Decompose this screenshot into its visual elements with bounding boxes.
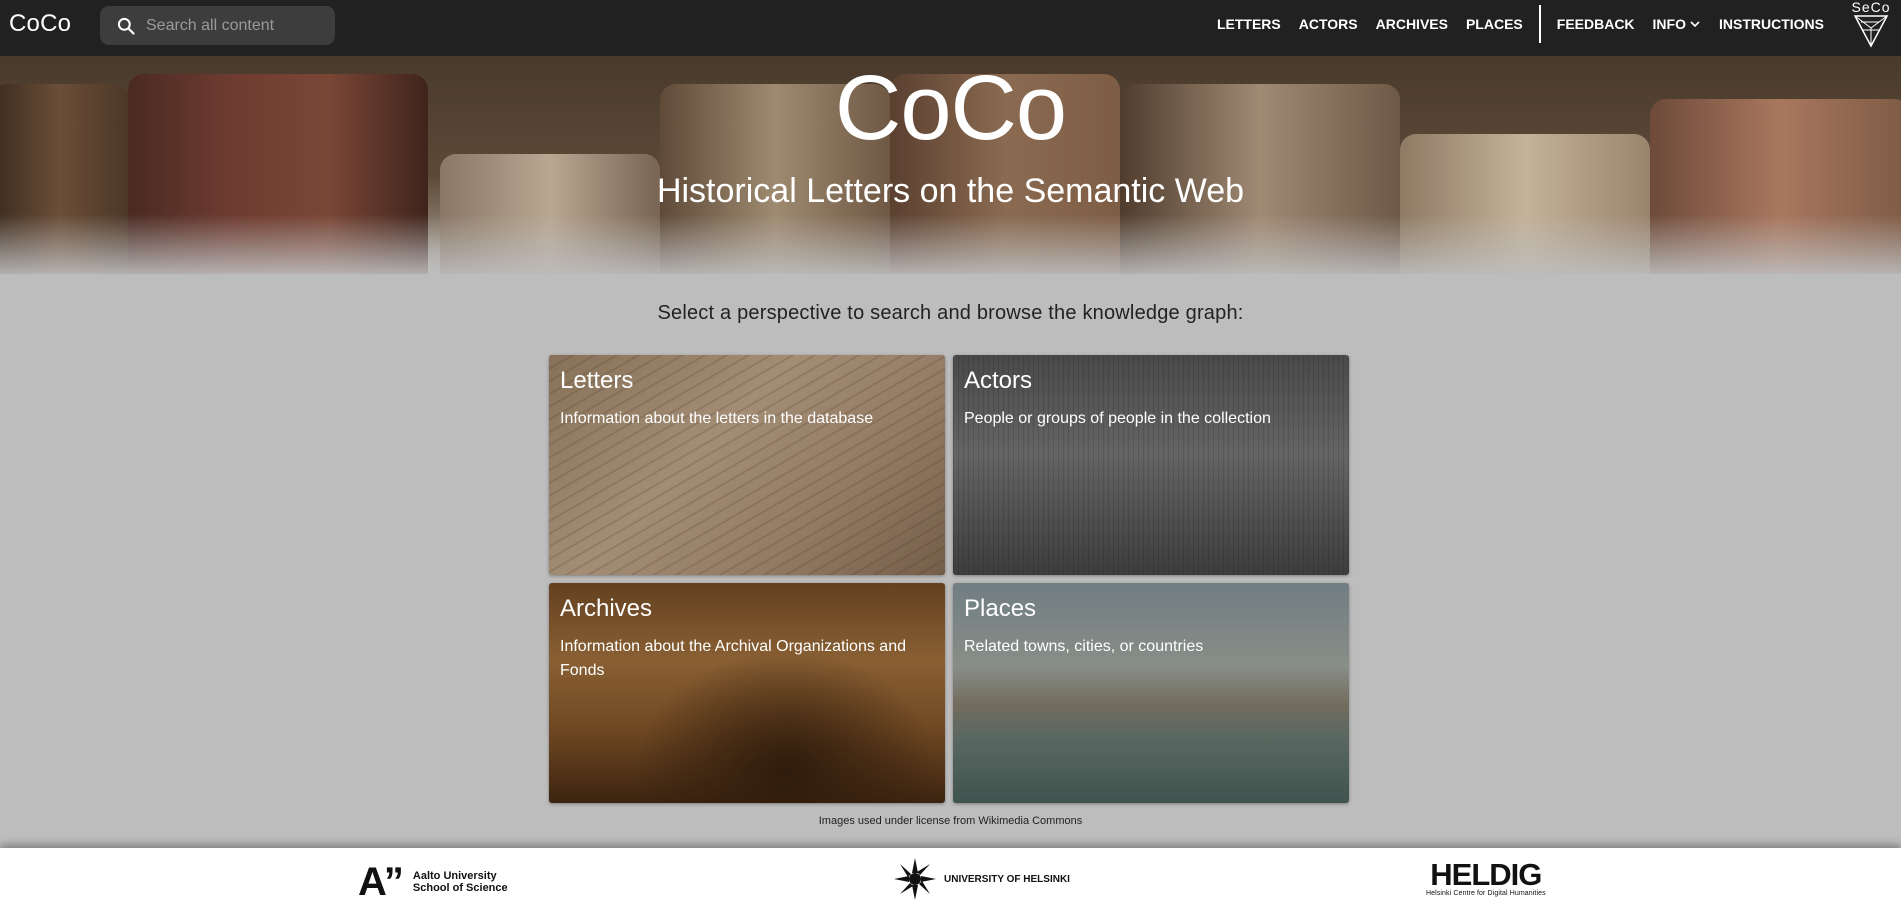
aalto-logo-mark: A” — [358, 860, 404, 904]
chevron-down-icon — [1690, 21, 1700, 28]
search-icon — [117, 17, 135, 35]
seco-logo-link[interactable]: SeCo — [1847, 0, 1895, 50]
seco-logo-text: SeCo — [1851, 0, 1891, 15]
aalto-name: Aalto University — [412, 870, 497, 882]
aalto-logo-link[interactable]: A” Aalto University School of Science — [358, 862, 508, 902]
card-description: Information about the Archival Organizat… — [560, 638, 906, 679]
seco-logo-icon — [1853, 15, 1889, 48]
footer: A” Aalto University School of Science UN… — [0, 848, 1901, 913]
heldig-logo-link[interactable]: HELDIG Helsinki Centre for Digital Human… — [1426, 857, 1546, 897]
perspective-card-letters[interactable]: Letters Information about the letters in… — [549, 355, 945, 575]
image-credit: Images used under license from Wikimedia… — [818, 815, 1083, 827]
nav-info-dropdown[interactable]: INFO — [1653, 16, 1701, 32]
hero-title: CoCo — [834, 57, 1067, 159]
card-title: Archives — [560, 595, 653, 622]
main-nav: LETTERS ACTORS ARCHIVES PLACES FEEDBACK … — [1217, 0, 1901, 48]
perspective-card-actors[interactable]: Actors People or groups of people in the… — [953, 355, 1349, 575]
helsinki-flame-icon — [894, 858, 936, 900]
heldig-name: HELDIG — [1430, 857, 1542, 892]
nav-instructions[interactable]: INSTRUCTIONS — [1719, 16, 1824, 32]
card-description: People or groups of people in the collec… — [964, 410, 1271, 427]
perspective-card-archives[interactable]: Archives Information about the Archival … — [549, 583, 945, 803]
card-title: Places — [964, 595, 1037, 622]
brand-logo-link[interactable]: CoCo — [9, 10, 71, 38]
aalto-school: School of Science — [412, 882, 508, 894]
search-box[interactable] — [100, 6, 335, 45]
perspective-prompt: Select a perspective to search and brows… — [657, 302, 1244, 324]
nav-info-label: INFO — [1652, 16, 1686, 32]
hero-subtitle: Historical Letters on the Semantic Web — [656, 172, 1245, 210]
card-description: Information about the letters in the dat… — [560, 410, 874, 427]
helsinki-logo-link[interactable]: UNIVERSITY OF HELSINKI — [892, 856, 1070, 902]
nav-archives[interactable]: ARCHIVES — [1376, 16, 1448, 32]
hero-banner: CoCo Historical Letters on the Semantic … — [0, 56, 1901, 274]
nav-places[interactable]: PLACES — [1466, 16, 1523, 32]
perspective-card-places[interactable]: Places Related towns, cities, or countri… — [953, 583, 1349, 803]
card-description: Related towns, cities, or countries — [964, 638, 1204, 655]
heldig-tagline: Helsinki Centre for Digital Humanities — [1426, 890, 1546, 897]
nav-feedback[interactable]: FEEDBACK — [1557, 16, 1635, 32]
card-title: Letters — [560, 367, 634, 394]
search-input[interactable] — [146, 12, 326, 39]
top-app-bar: CoCo LETTERS ACTORS ARCHIVES PLACES FEED… — [0, 0, 1901, 56]
helsinki-name: UNIVERSITY OF HELSINKI — [944, 873, 1070, 885]
nav-divider — [1538, 5, 1541, 43]
card-title: Actors — [964, 367, 1033, 394]
nav-actors[interactable]: ACTORS — [1299, 16, 1358, 32]
nav-letters[interactable]: LETTERS — [1217, 16, 1281, 32]
